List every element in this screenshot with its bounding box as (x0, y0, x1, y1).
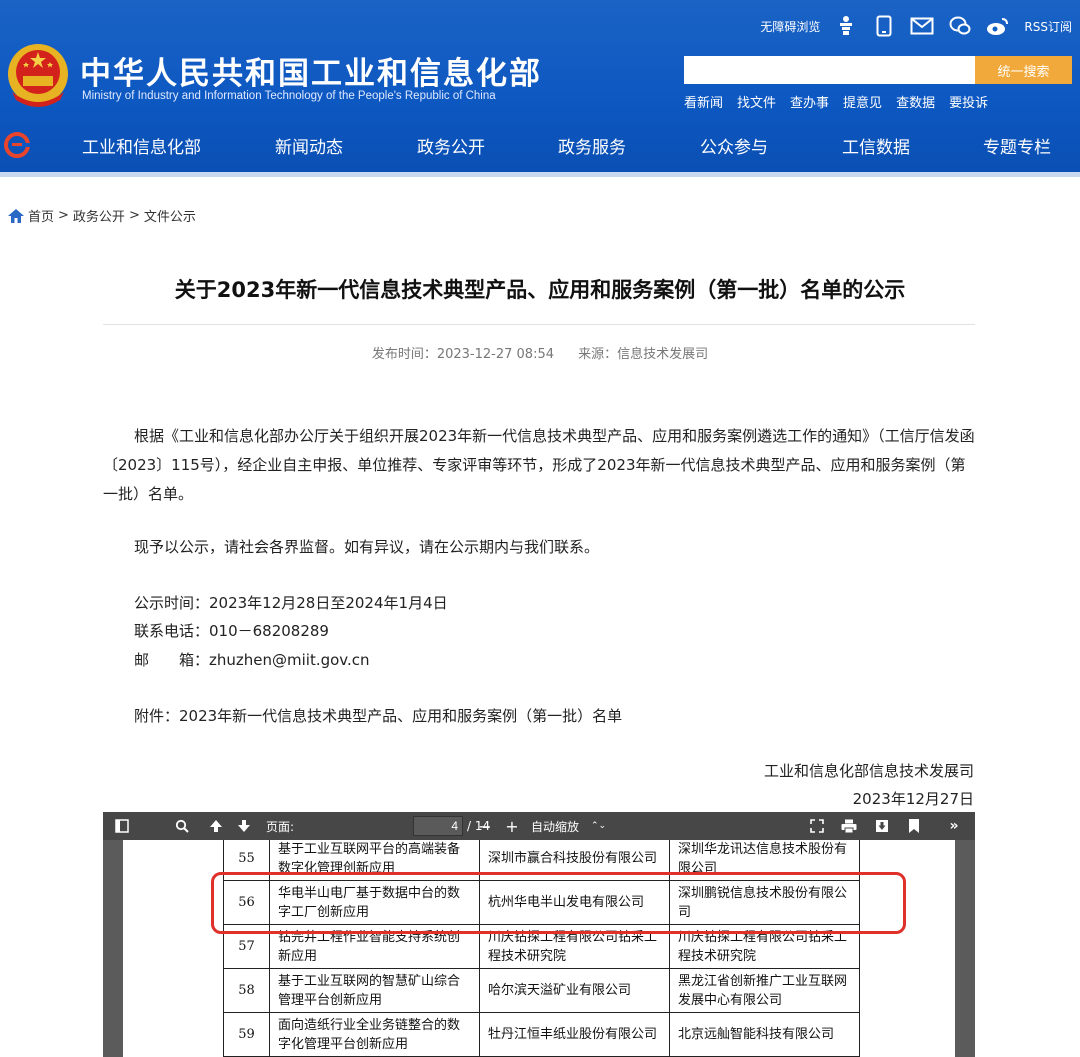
breadcrumb-separator: > (58, 208, 69, 223)
paragraph-intro: 根据《工业和信息化部办公厅关于组织开展2023年新一代信息技术典型产品、应用和服… (103, 427, 975, 503)
breadcrumb: 首页 > 政务公开 > 文件公示 (8, 206, 196, 225)
rss-link[interactable]: RSS订阅 (1024, 18, 1072, 35)
national-emblem-icon (8, 44, 68, 107)
page-label: 页面: (266, 819, 295, 834)
article-source: 来源：信息技术发展司 (578, 347, 709, 362)
wechat-icon[interactable] (948, 14, 972, 38)
notice-period: 公示时间：2023年12月28日至2024年1月4日 (134, 594, 448, 612)
quick-link-news[interactable]: 看新闻 (684, 92, 723, 111)
search-input[interactable] (684, 56, 976, 84)
signature-date: 2023年12月27日 (852, 790, 974, 808)
breadcrumb-home[interactable]: 首页 (28, 206, 54, 225)
tools-menu-icon[interactable]: » (945, 816, 963, 836)
nav-item-news[interactable]: 新闻动态 (275, 133, 343, 158)
previous-page-icon[interactable] (207, 816, 225, 836)
paragraph-notice: 现予以公示，请社会各界监督。如有异议，请在公示期内与我们联系。 (134, 538, 600, 556)
quick-link-data[interactable]: 查数据 (896, 92, 935, 111)
mail-icon[interactable] (910, 14, 934, 38)
supplier-org: 北京远舢智能科技有限公司 (669, 1012, 860, 1057)
publish-time: 发布时间：2023-12-27 08:54 (371, 347, 554, 362)
nav-item-participation[interactable]: 公众参与 (700, 133, 768, 158)
title-divider (103, 324, 975, 325)
table-row: 58 基于工业互联网的智慧矿山综合管理平台创新应用 哈尔滨天溢矿业有限公司 黑龙… (223, 968, 860, 1013)
breadcrumb-separator: > (128, 208, 140, 223)
case-name: 基于工业互联网的智慧矿山综合管理平台创新应用 (269, 968, 480, 1013)
fullscreen-icon[interactable] (808, 816, 826, 836)
mobile-icon[interactable] (872, 14, 896, 38)
pdf-toolbar: 页面: / 14 − + 自动缩放 ⌃⌄ » (103, 812, 975, 840)
contact-phone: 联系电话：010－68208289 (134, 622, 329, 640)
nav-item-services[interactable]: 政务服务 (558, 133, 626, 158)
case-name: 面向造纸行业全业务链整合的数字化管理平台创新应用 (269, 1012, 480, 1057)
page-number-input[interactable] (413, 816, 463, 836)
main-nav: 工业和信息化部 新闻动态 政务公开 政务服务 公众参与 工信数据 专题专栏 (0, 124, 1080, 164)
row-number: 58 (223, 968, 270, 1013)
signature-org: 工业和信息化部信息技术发展司 (763, 762, 974, 780)
applicant-org: 哈尔滨天溢矿业有限公司 (479, 968, 670, 1013)
bookmark-icon[interactable] (905, 816, 923, 836)
nav-item-data[interactable]: 工信数据 (842, 133, 910, 158)
quick-link-files[interactable]: 找文件 (737, 92, 776, 111)
download-icon[interactable] (873, 816, 891, 836)
highlight-annotation (211, 872, 906, 934)
site-subtitle: Ministry of Industry and Information Tec… (82, 90, 496, 102)
site-title: 中华人民共和国工业和信息化部 (80, 56, 542, 92)
next-page-icon[interactable] (235, 816, 253, 836)
accessibility-link[interactable]: 无障碍浏览 (760, 18, 820, 35)
quick-link-complaint[interactable]: 要投诉 (949, 92, 988, 111)
quick-links: 看新闻 找文件 查办事 提意见 查数据 要投诉 (684, 92, 988, 111)
home-icon[interactable] (8, 208, 24, 223)
nav-item-topics[interactable]: 专题专栏 (983, 133, 1051, 158)
supplier-org: 黑龙江省创新推广工业互联网发展中心有限公司 (669, 968, 860, 1013)
miit-logo-icon (4, 132, 30, 158)
dropdown-icon: ⌃⌄ (591, 821, 607, 831)
zoom-in-icon[interactable]: + (504, 816, 520, 836)
weibo-icon[interactable] (986, 14, 1010, 38)
applicant-org: 牡丹江恒丰纸业股份有限公司 (479, 1012, 670, 1057)
search-icon[interactable] (173, 816, 191, 836)
table-row: 59 面向造纸行业全业务链整合的数字化管理平台创新应用 牡丹江恒丰纸业股份有限公… (223, 1012, 860, 1057)
breadcrumb-file-notice[interactable]: 文件公示 (144, 206, 196, 225)
contact-email: 邮 箱：zhuzhen@miit.gov.cn (134, 651, 370, 669)
header-divider (0, 172, 1080, 177)
zoom-select[interactable]: 自动缩放 ⌃⌄ (531, 816, 611, 836)
nav-item-gov-info[interactable]: 政务公开 (417, 133, 485, 158)
top-utility-bar: 无障碍浏览 RSS订阅 (760, 12, 1072, 40)
site-header: 中华人民共和国工业和信息化部 Ministry of Industry and … (0, 0, 1080, 175)
unified-search-button[interactable]: 统一搜索 (975, 56, 1072, 84)
quick-link-services[interactable]: 查办事 (790, 92, 829, 111)
print-icon[interactable] (840, 816, 858, 836)
article-title: 关于2023年新一代信息技术典型产品、应用和服务案例（第一批）名单的公示 (174, 278, 906, 302)
zoom-value: 自动缩放 (531, 819, 580, 834)
sidebar-toggle-icon[interactable] (113, 816, 131, 836)
nav-item-ministry[interactable]: 工业和信息化部 (82, 133, 201, 158)
elder-mode-icon[interactable] (834, 14, 858, 38)
quick-link-feedback[interactable]: 提意见 (843, 92, 882, 111)
breadcrumb-gov-info[interactable]: 政务公开 (73, 206, 125, 225)
article-meta: 发布时间：2023-12-27 08:54 来源：信息技术发展司 (0, 343, 1080, 362)
zoom-out-icon[interactable]: − (477, 816, 493, 836)
attachment-link[interactable]: 附件：2023年新一代信息技术典型产品、应用和服务案例（第一批）名单 (134, 705, 622, 726)
row-number: 59 (223, 1012, 270, 1057)
